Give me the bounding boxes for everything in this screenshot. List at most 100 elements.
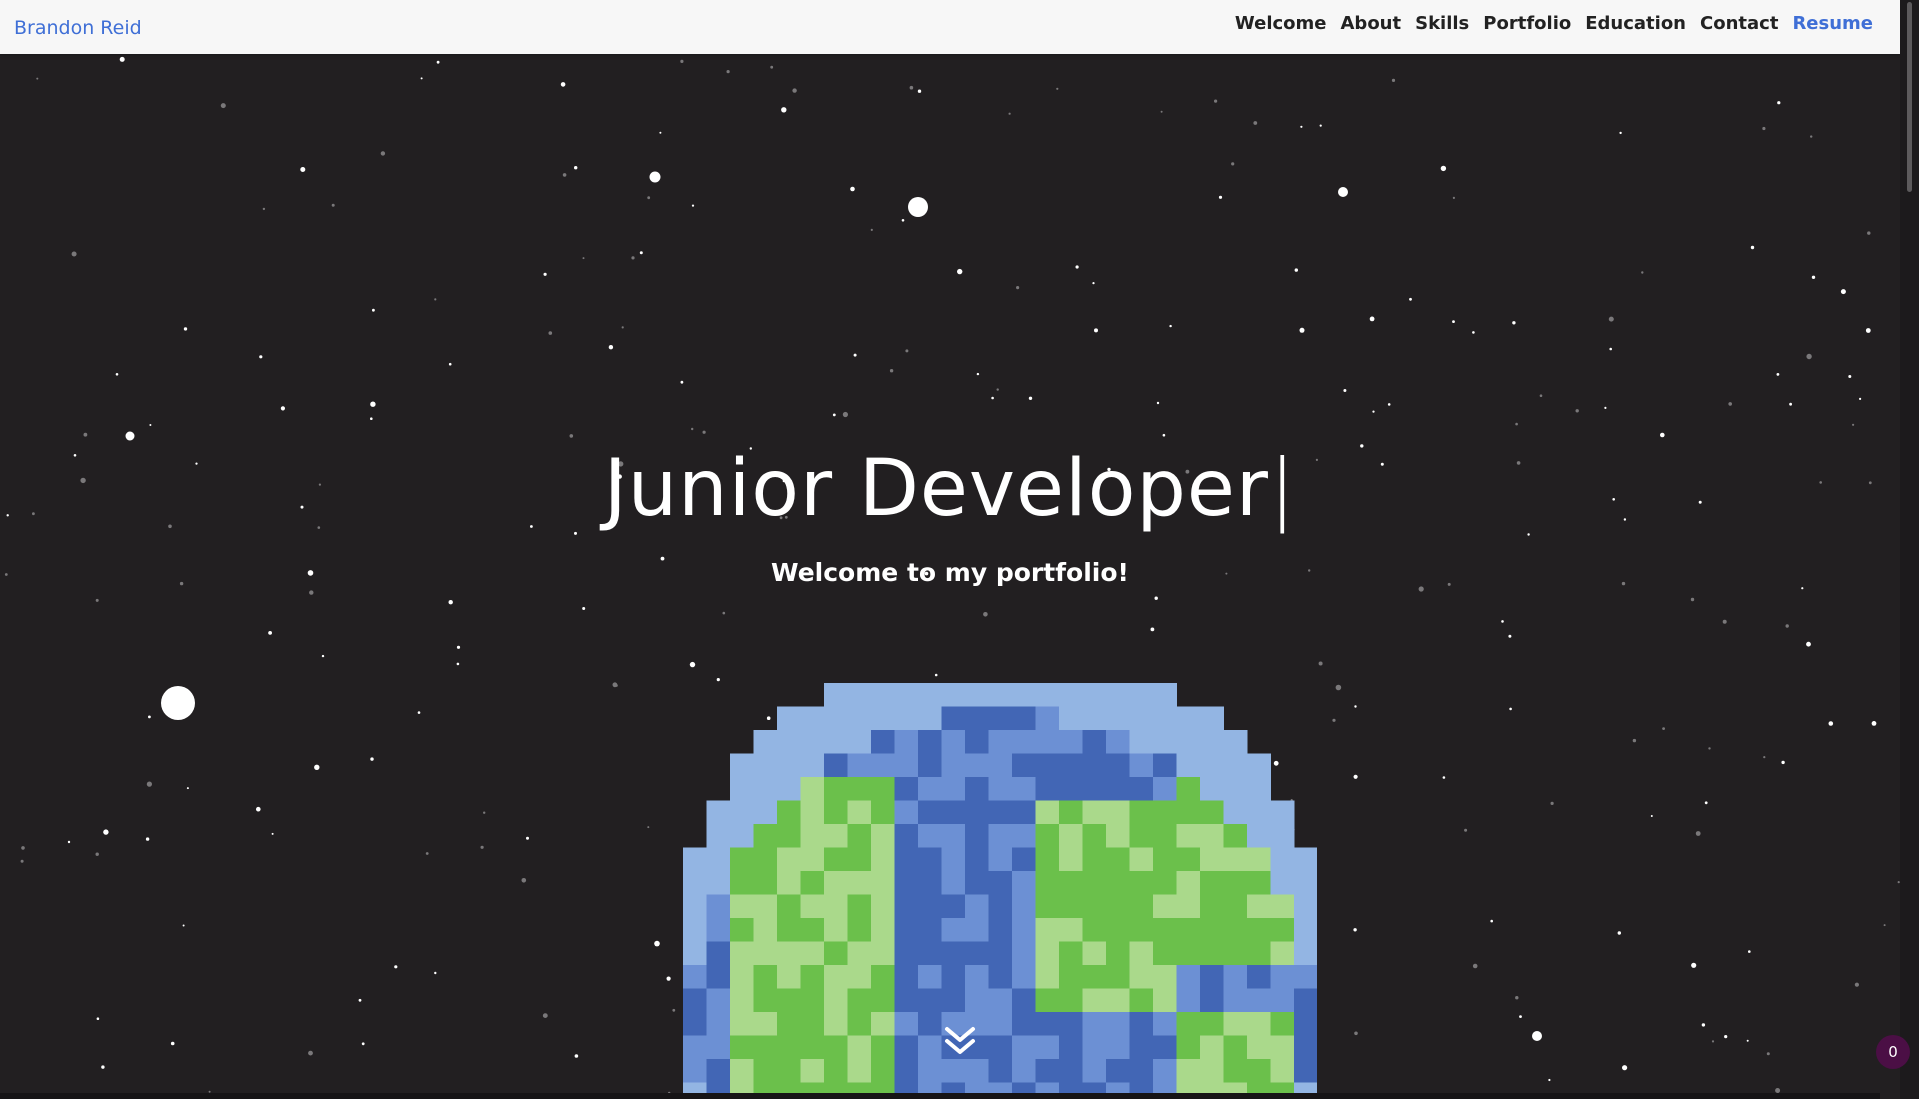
earth-pixel — [1082, 706, 1107, 731]
earth-pixel — [1129, 847, 1154, 872]
nav-link-welcome[interactable]: Welcome — [1228, 12, 1334, 36]
earth-pixel — [1294, 847, 1317, 872]
earth-pixel — [941, 941, 966, 966]
star — [1472, 331, 1475, 334]
star — [1883, 924, 1886, 927]
earth-pixel — [683, 918, 707, 942]
earth-pixel — [1223, 988, 1248, 1013]
nav-link-about[interactable]: About — [1334, 12, 1409, 36]
earth-pixel — [1294, 1035, 1317, 1060]
star — [331, 203, 335, 207]
earth-pixel — [918, 965, 942, 989]
earth-pixel — [730, 918, 754, 942]
earth-pixel — [1247, 824, 1271, 848]
earth-pixel — [1035, 988, 1060, 1013]
earth-pixel — [800, 918, 825, 942]
earth-pixel — [1223, 824, 1248, 848]
earth-pixel — [1012, 683, 1036, 707]
star — [309, 590, 314, 595]
hero-section: Junior Developer| Welcome to my portfoli… — [0, 54, 1900, 1099]
earth-pixel — [871, 683, 895, 707]
earth-pixel — [1223, 1012, 1248, 1036]
earth-pixel — [1270, 918, 1295, 942]
earth-pixel — [777, 1012, 801, 1036]
earth-pixel — [1106, 918, 1130, 942]
star — [417, 711, 421, 714]
earth-pixel — [1153, 1035, 1177, 1060]
star — [220, 103, 226, 109]
earth-pixel — [1176, 777, 1201, 801]
earth-pixel — [730, 1012, 754, 1036]
earth-pixel — [1176, 824, 1201, 848]
star — [358, 998, 362, 1002]
nav-link-education[interactable]: Education — [1578, 12, 1693, 36]
earth-pixel — [847, 1035, 872, 1060]
earth-pixel — [753, 1059, 778, 1083]
scrollbar[interactable] — [1900, 0, 1919, 1099]
earth-pixel — [1035, 777, 1060, 801]
earth-pixel — [894, 683, 919, 707]
earth-pixel — [988, 1012, 1013, 1036]
earth-pixel — [894, 800, 919, 825]
star — [1353, 774, 1358, 779]
earth-pixel — [1270, 965, 1295, 989]
star — [67, 840, 71, 844]
scrollbar-thumb[interactable] — [1907, 2, 1912, 192]
earth-pixel — [894, 706, 919, 731]
notification-badge[interactable]: 0 — [1876, 1035, 1910, 1069]
nav-link-skills[interactable]: Skills — [1408, 12, 1476, 36]
earth-pixel — [1059, 988, 1083, 1013]
star — [1343, 389, 1347, 392]
earth-pixel — [1082, 1012, 1107, 1036]
star — [1722, 619, 1727, 624]
brand-link[interactable]: Brandon Reid — [14, 17, 142, 39]
earth-pixel — [1012, 1012, 1036, 1036]
star — [1452, 320, 1455, 323]
earth-pixel — [941, 1059, 966, 1083]
earth-pixel — [1012, 894, 1036, 919]
star — [1746, 1039, 1749, 1042]
earth-pixel — [1294, 941, 1317, 966]
double-chevron-down-icon[interactable] — [942, 1023, 978, 1059]
earth-pixel — [1059, 706, 1083, 731]
nav-link-resume[interactable]: Resume — [1785, 12, 1880, 36]
earth-pixel — [777, 918, 801, 942]
earth-pixel — [965, 706, 989, 731]
earth-pixel — [871, 800, 895, 825]
headline-text: Junior Developer — [603, 444, 1269, 534]
earth-pixel — [1153, 1012, 1177, 1036]
earth-pixel — [1035, 753, 1060, 778]
earth-pixel — [918, 941, 942, 966]
earth-pixel — [1082, 777, 1107, 801]
star — [1852, 423, 1855, 426]
earth-pixel — [1176, 800, 1201, 825]
star — [726, 70, 730, 74]
earth-pixel — [1176, 894, 1201, 919]
star — [119, 56, 125, 62]
earth-pixel — [1294, 1012, 1317, 1036]
earth-pixel — [1012, 941, 1036, 966]
earth-pixel — [918, 753, 942, 778]
star — [321, 654, 325, 658]
star — [615, 684, 618, 687]
earth-pixel — [1082, 730, 1107, 754]
earth-pixel — [753, 800, 778, 825]
hero-subtitle: Welcome to my portfolio! — [771, 558, 1129, 587]
star — [480, 845, 484, 849]
star — [183, 327, 188, 331]
star — [934, 673, 938, 677]
earth-pixel — [1200, 965, 1224, 989]
earth-pixel — [871, 753, 895, 778]
star — [1154, 596, 1158, 600]
star — [1294, 268, 1299, 272]
nav-link-contact[interactable]: Contact — [1693, 12, 1785, 36]
earth-pixel — [1153, 894, 1177, 919]
earth-pixel — [1129, 965, 1154, 989]
earth-pixel — [753, 871, 778, 895]
earth-pixel — [871, 871, 895, 895]
earth-pixel — [1059, 1035, 1083, 1060]
star — [654, 940, 660, 947]
nav-link-portfolio[interactable]: Portfolio — [1476, 12, 1578, 36]
earth-pixel — [753, 965, 778, 989]
star — [101, 1065, 105, 1069]
